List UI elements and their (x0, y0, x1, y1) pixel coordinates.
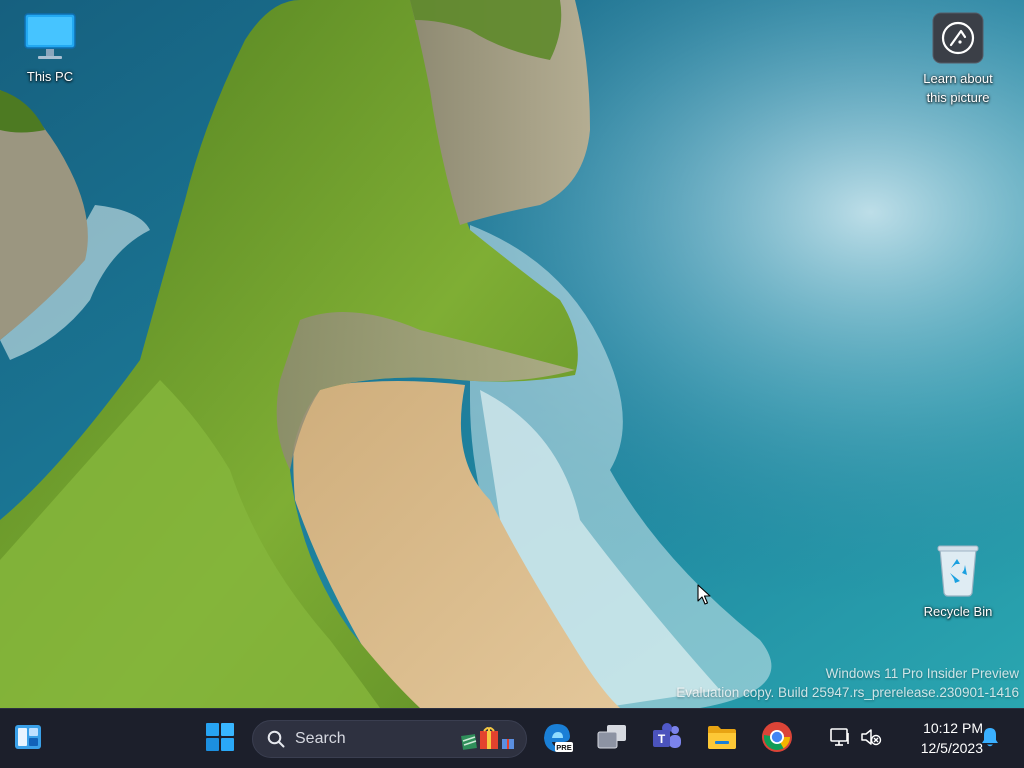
teams-icon: T (651, 722, 683, 757)
monitor-icon (23, 12, 77, 67)
edge-pre-icon: PRE (541, 721, 573, 758)
svg-text:T: T (658, 732, 666, 746)
desktop-wallpaper (0, 0, 1024, 708)
search-icon (267, 730, 285, 748)
desktop-icon-learn-about-picture[interactable]: Learn about this picture (913, 12, 1003, 107)
taskbar-app-file-explorer[interactable] (702, 719, 742, 759)
clock-time: 10:12 PM (923, 720, 983, 736)
desktop-icon-label: This PC (26, 69, 74, 84)
os-watermark: Windows 11 Pro Insider Preview Evaluatio… (676, 664, 1019, 702)
desktop-icon-label: Learn about this picture (923, 71, 993, 105)
folder-icon (706, 723, 738, 756)
clock-date: 12/5/2023 (920, 740, 983, 756)
windows-logo-icon (205, 722, 235, 757)
widgets-button[interactable] (8, 719, 48, 759)
watermark-build: Evaluation copy. Build 25947.rs_prerelea… (676, 685, 1019, 700)
widgets-icon (13, 723, 43, 756)
taskbar-task-view[interactable] (592, 719, 632, 759)
taskbar-app-edge-canary[interactable]: PRE (537, 719, 577, 759)
taskbar-app-teams[interactable]: T (647, 719, 687, 759)
volume-muted-icon (860, 727, 882, 752)
network-monitor-icon (829, 727, 851, 752)
desktop-icon-label: Recycle Bin (923, 604, 993, 619)
camera-info-icon (932, 12, 984, 69)
desktop-icon-recycle-bin[interactable]: Recycle Bin (913, 543, 1003, 621)
tray-network-button[interactable] (825, 723, 855, 755)
wallpaper-landscape (0, 0, 1024, 708)
notification-center-button[interactable] (975, 723, 1005, 755)
search-placeholder: Search (295, 730, 346, 747)
chrome-icon (761, 721, 793, 758)
tray-volume-button[interactable] (856, 723, 886, 755)
taskbar-search-box[interactable]: Search (252, 720, 527, 758)
taskbar-app-chrome[interactable] (757, 719, 797, 759)
recycle-bin-icon (933, 543, 983, 602)
mouse-cursor (697, 584, 711, 611)
taskbar-clock[interactable]: 10:12 PM 12/5/2023 (893, 718, 983, 758)
edge-pre-badge: PRE (556, 743, 571, 752)
taskbar: Search PRE T 10:12 PM 12/5/2023 (0, 708, 1024, 768)
watermark-edition: Windows 11 Pro Insider Preview (825, 666, 1019, 681)
bell-icon (980, 726, 1000, 753)
task-view-icon (596, 723, 628, 756)
start-button[interactable] (200, 719, 240, 759)
desktop-icon-this-pc[interactable]: This PC (5, 12, 95, 86)
search-highlight-gifts-icon (460, 725, 518, 753)
